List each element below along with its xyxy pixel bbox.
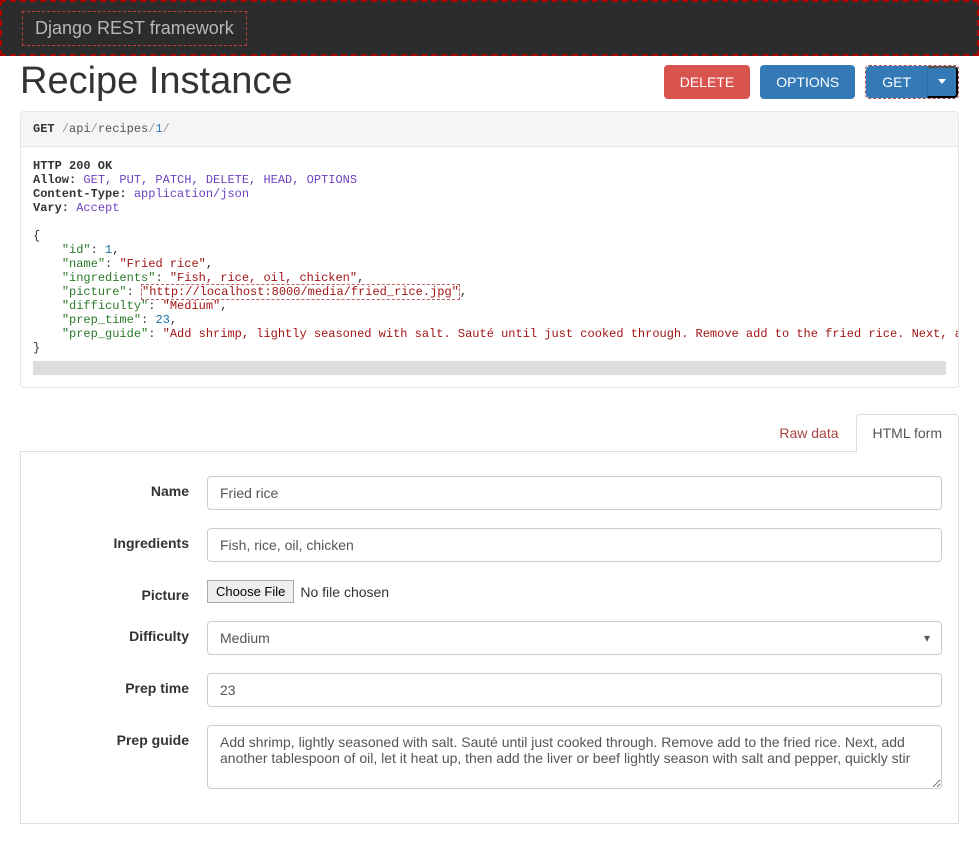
prep-time-label: Prep time [37,673,207,707]
name-label: Name [37,476,207,510]
get-button[interactable]: GET [866,66,927,98]
get-button-group: GET [865,65,959,99]
ingredients-label: Ingredients [37,528,207,562]
tab-raw-data[interactable]: Raw data [762,414,855,452]
prep-guide-label: Prep guide [37,725,207,789]
page-header: Recipe Instance DELETE OPTIONS GET [0,56,979,111]
horizontal-scrollbar[interactable] [33,361,946,375]
content: GET /api/recipes/1/ HTTP 200 OK Allow: G… [0,111,979,844]
page-title: Recipe Instance [20,60,293,103]
no-file-text: No file chosen [300,584,389,600]
caret-down-icon [938,79,946,84]
navbar-brand[interactable]: Django REST framework [35,18,234,38]
delete-button[interactable]: DELETE [664,65,750,99]
choose-file-button[interactable]: Choose File [207,580,294,603]
form-tabs: Raw data HTML form [20,414,959,452]
navbar: Django REST framework [0,0,979,56]
name-input[interactable] [207,476,942,510]
difficulty-label: Difficulty [37,621,207,655]
navbar-brand-highlight: Django REST framework [22,11,247,46]
prep-guide-textarea[interactable]: Add shrimp, lightly seasoned with salt. … [207,725,942,789]
html-form-panel: Name Ingredients Picture Choose File No … [20,452,959,824]
prep-time-input[interactable] [207,673,942,707]
response-box: HTTP 200 OK Allow: GET, PUT, PATCH, DELE… [20,147,959,388]
picture-label: Picture [37,580,207,603]
difficulty-select[interactable]: Medium [207,621,942,655]
request-line: GET /api/recipes/1/ [20,111,959,147]
ingredients-input[interactable] [207,528,942,562]
get-dropdown-toggle[interactable] [927,66,958,98]
response-json: { "id": 1, "name": "Fried rice", "ingred… [33,229,946,355]
action-buttons: DELETE OPTIONS GET [664,65,959,99]
tab-html-form[interactable]: HTML form [856,414,959,452]
request-method: GET [33,122,55,136]
picture-url-link[interactable]: "http://localhost:8000/media/fried_rice.… [141,284,460,300]
response-status: HTTP 200 OK [33,159,946,173]
options-button[interactable]: OPTIONS [760,65,855,99]
